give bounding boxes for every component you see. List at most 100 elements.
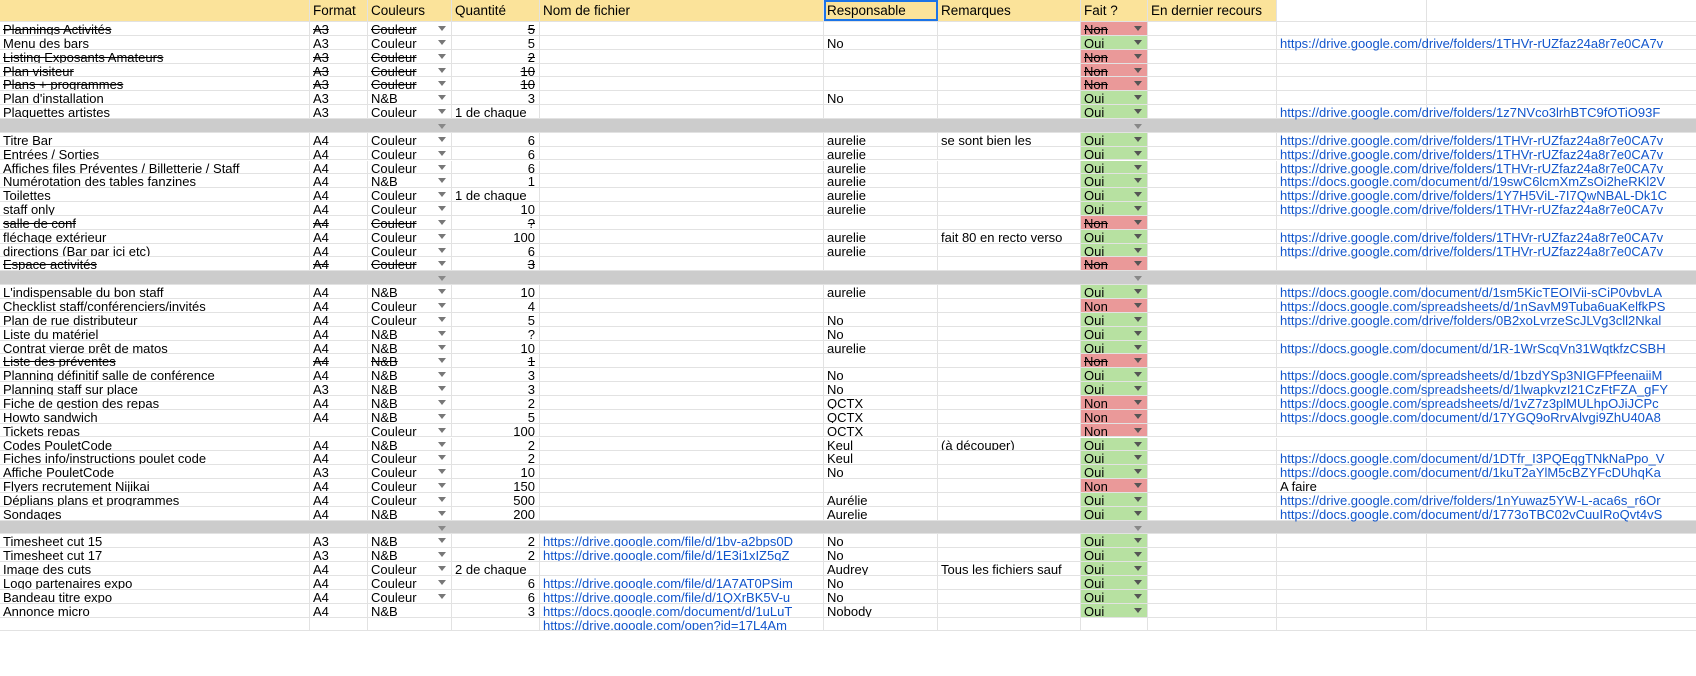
chevron-down-icon[interactable] (1134, 192, 1142, 198)
cell-link[interactable] (1277, 271, 1427, 285)
cell-remarques[interactable] (938, 146, 1081, 160)
cell-couleurs[interactable] (368, 118, 452, 132)
cell-en-dernier-recours[interactable] (1148, 132, 1277, 146)
chevron-down-icon[interactable] (438, 580, 446, 585)
cell-empty[interactable] (1427, 50, 1696, 63)
cell-couleurs[interactable]: Couleur (368, 105, 452, 118)
cell-couleurs[interactable]: N&B (368, 91, 452, 105)
cell-link[interactable]: https://docs.google.com/spreadsheets/d/1… (1277, 395, 1659, 410)
cell-format[interactable]: A4 (310, 368, 368, 382)
cell-name[interactable]: Plannings Activités (0, 22, 310, 35)
cell-fait[interactable]: Oui (1081, 91, 1148, 105)
cell-quantite[interactable]: 1 de chaque (452, 105, 540, 118)
cell-format[interactable]: A4 (310, 285, 368, 298)
cell-en-dernier-recours[interactable] (1148, 423, 1277, 437)
cell-name[interactable]: Annonce micro (0, 603, 310, 617)
cell-nom-de-fichier[interactable] (540, 312, 824, 326)
cell-couleurs[interactable]: N&B (368, 506, 452, 520)
chevron-down-icon[interactable] (1134, 344, 1142, 350)
cell-format[interactable]: A3 (310, 63, 368, 77)
chevron-down-icon[interactable] (1134, 607, 1142, 613)
cell-name[interactable]: Liste du matériel (0, 326, 310, 340)
cell-en-dernier-recours[interactable] (1148, 215, 1277, 229)
cell-format[interactable]: A4 (310, 188, 368, 202)
cell-responsable[interactable] (824, 354, 938, 368)
cell-name[interactable] (0, 118, 310, 132)
cell-remarques[interactable] (938, 257, 1081, 271)
cell-format[interactable]: A3 (310, 77, 368, 91)
cell-name[interactable]: Menu des bars (0, 35, 310, 49)
cell-name[interactable]: Plan d'installation (0, 91, 310, 105)
cell-en-dernier-recours[interactable] (1148, 146, 1277, 160)
chevron-down-icon[interactable] (438, 164, 446, 170)
cell-couleurs[interactable]: Couleur (368, 22, 452, 35)
cell-responsable[interactable]: aurelie (824, 243, 938, 257)
cell-nom-de-fichier[interactable] (540, 257, 824, 271)
cell-fait[interactable]: Oui (1081, 465, 1148, 479)
cell-format[interactable]: A4 (310, 340, 368, 354)
cell-nom-de-fichier[interactable] (540, 299, 824, 312)
cell-responsable[interactable]: No (824, 312, 938, 326)
chevron-down-icon[interactable] (438, 67, 446, 73)
cell-nom-de-fichier[interactable] (540, 91, 824, 105)
cell-remarques[interactable] (938, 312, 1081, 326)
chevron-down-icon[interactable] (1134, 26, 1142, 31)
chevron-down-icon[interactable] (1134, 372, 1142, 378)
header-cell-format[interactable]: Format (310, 0, 368, 21)
cell-nom-de-fichier[interactable] (540, 146, 824, 160)
cell-fait[interactable]: Oui (1081, 285, 1148, 298)
header-cell-couleurs[interactable]: Couleurs (368, 0, 452, 21)
chevron-down-icon[interactable] (438, 455, 446, 461)
cell-couleurs[interactable]: N&B (368, 340, 452, 354)
cell-quantite[interactable] (452, 520, 540, 534)
cell-link[interactable]: https://drive.google.com/drive/folders/1… (1277, 188, 1667, 203)
cell-couleurs[interactable]: N&B (368, 437, 452, 451)
chevron-down-icon[interactable] (1134, 496, 1142, 502)
cell-en-dernier-recours[interactable] (1148, 35, 1277, 49)
chevron-down-icon[interactable] (1134, 399, 1142, 405)
cell-remarques[interactable] (938, 354, 1081, 368)
cell-responsable[interactable]: aurelie (824, 174, 938, 188)
cell-link[interactable]: https://docs.google.com/document/d/1kuT2… (1277, 465, 1661, 480)
chevron-down-icon[interactable] (1134, 303, 1142, 308)
chevron-down-icon[interactable] (1134, 455, 1142, 461)
cell-responsable[interactable]: No (824, 368, 938, 382)
cell-responsable[interactable] (824, 105, 938, 118)
cell-link[interactable]: https://docs.google.com/document/d/17YGQ… (1277, 409, 1661, 424)
cell-quantite[interactable]: 500 (452, 492, 540, 506)
cell-quantite[interactable]: 6 (452, 160, 540, 174)
cell-link[interactable]: https://drive.google.com/drive/folders/1… (1277, 160, 1663, 175)
cell-responsable[interactable] (824, 257, 938, 271)
cell-nom-de-fichier[interactable] (540, 395, 824, 409)
chevron-down-icon[interactable] (438, 593, 446, 599)
cell-fait[interactable]: Oui (1081, 243, 1148, 257)
cell-responsable[interactable]: aurelie (824, 285, 938, 298)
cell-format[interactable]: A4 (310, 215, 368, 229)
cell-name[interactable]: Planning staff sur place (0, 382, 310, 395)
cell-name[interactable]: Flyers recrutement Nijikai (0, 479, 310, 492)
cell-empty[interactable] (1427, 479, 1696, 492)
cell-name[interactable]: fléchage extérieur (0, 229, 310, 243)
cell-name[interactable] (0, 617, 310, 631)
cell-responsable[interactable]: Aurelie (824, 506, 938, 520)
cell-empty[interactable] (1427, 216, 1696, 229)
cell-en-dernier-recours[interactable] (1148, 91, 1277, 105)
cell-remarques[interactable] (938, 174, 1081, 188)
header-cell-en-dernier-recours[interactable]: En dernier recours (1148, 0, 1277, 21)
cell-couleurs[interactable]: Couleur (368, 479, 452, 492)
cell-quantite[interactable]: 2 de chaque (452, 562, 540, 575)
cell-quantite[interactable]: 2 (452, 534, 540, 548)
cell-nom-de-fichier[interactable] (540, 243, 824, 257)
chevron-down-icon[interactable] (438, 303, 446, 308)
cell-remarques[interactable] (938, 22, 1081, 35)
cell-format[interactable]: A4 (310, 576, 368, 589)
cell-responsable[interactable]: aurelie (824, 160, 938, 174)
cell-name[interactable]: Déplians plans et programmes (0, 492, 310, 506)
cell-link[interactable]: https://docs.google.com/document/d/19swC… (1277, 174, 1665, 189)
cell-responsable[interactable]: QCTX (824, 423, 938, 437)
cell-link[interactable] (1277, 215, 1427, 229)
cell-quantite[interactable] (452, 118, 540, 132)
cell-empty[interactable] (1427, 590, 1696, 603)
cell-nom-de-fichier[interactable] (540, 465, 824, 479)
chevron-down-icon[interactable] (1134, 261, 1142, 267)
